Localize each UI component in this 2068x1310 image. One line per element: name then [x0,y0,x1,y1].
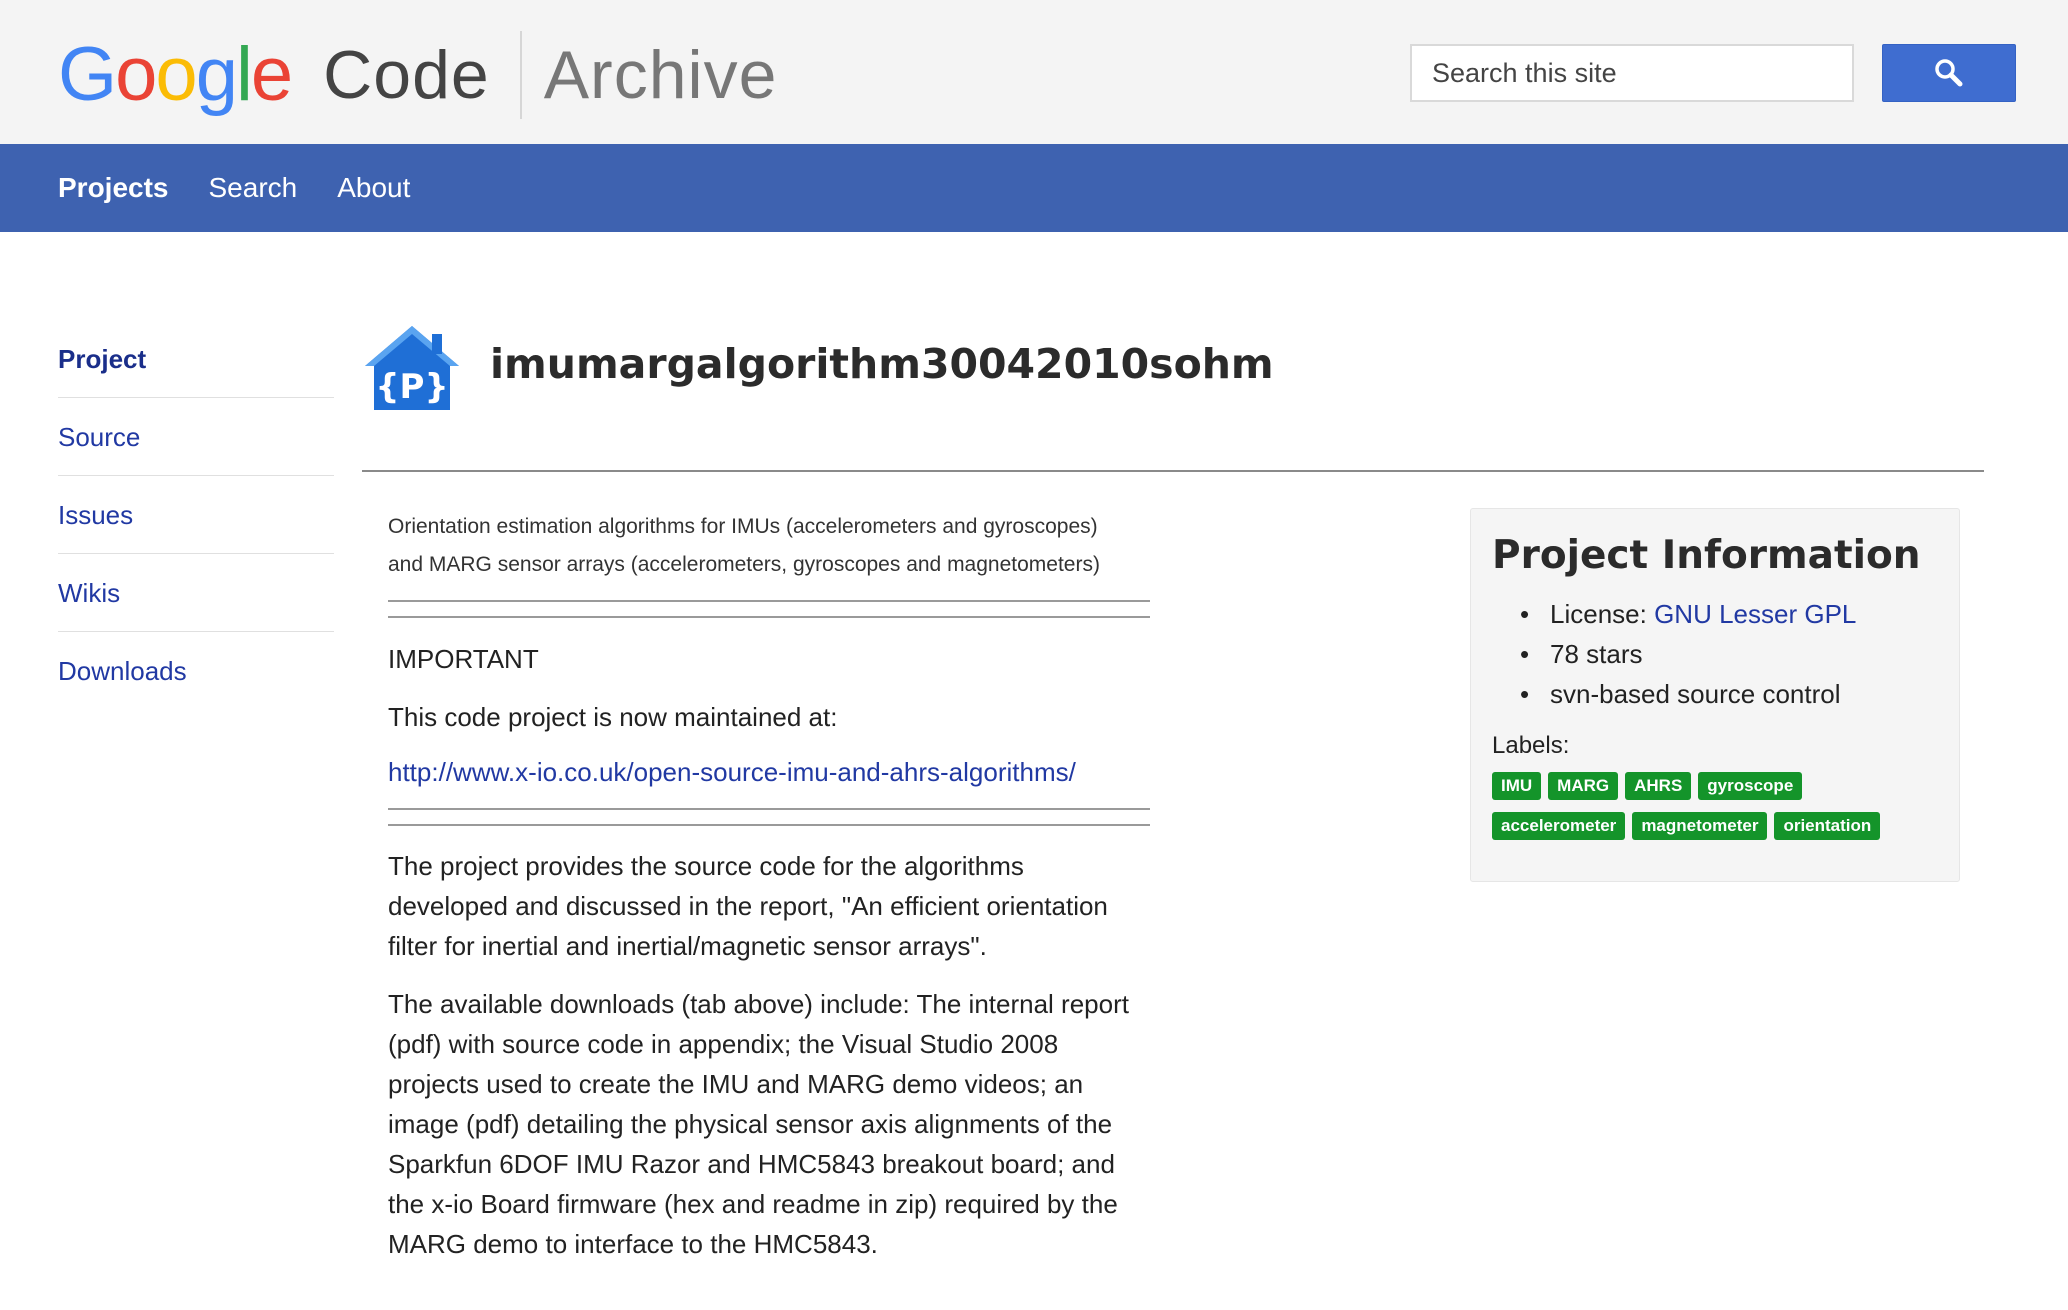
labels-heading: Labels: [1492,732,1570,759]
sidebar-item-project[interactable]: Project [58,320,334,398]
license-link[interactable]: GNU Lesser GPL [1654,599,1856,629]
downloads-line: MARG demo to interface to the HMC5843. [388,1229,878,1259]
downloads-paragraph: The available downloads (tab above) incl… [388,984,1150,1264]
description-line: filter for inertial and inertial/magneti… [388,931,987,961]
project-summary: Orientation estimation algorithms for IM… [388,508,1150,584]
summary-line: Orientation estimation algorithms for IM… [388,515,1098,538]
nav-projects[interactable]: Projects [58,172,169,204]
google-logo-letter: l [235,32,253,117]
description-line: developed and discussed in the report, "… [388,891,1108,921]
source-control-item: svn-based source control [1520,674,1938,714]
top-nav: Projects Search About [0,144,2068,232]
project-information-panel: Project Information License: GNU Lesser … [1470,508,1960,882]
label-tag-magnetometer[interactable]: magnetometer [1632,812,1768,840]
project-title: imumargalgorithm30042010sohm [490,340,1274,388]
nav-search[interactable]: Search [209,172,298,204]
license-label: License: [1550,599,1655,629]
google-logo-letter: o [155,32,197,117]
project-sidebar: Project Source Issues Wikis Downloads [58,320,334,710]
sidebar-item-wikis[interactable]: Wikis [58,554,334,632]
logo-divider [519,31,522,119]
sidebar-item-downloads[interactable]: Downloads [58,632,334,710]
downloads-line: the x-io Board firmware (hex and readme … [388,1189,1118,1219]
project-house-icon: {P} [365,326,459,410]
downloads-line: The available downloads (tab above) incl… [388,989,1129,1019]
project-description: Orientation estimation algorithms for IM… [388,508,1150,1264]
maintained-link[interactable]: http://www.x-io.co.uk/open-source-imu-an… [388,757,1150,788]
summary-line: and MARG sensor arrays (accelerometers, … [388,553,1100,576]
downloads-line: (pdf) with source code in appendix; the … [388,1029,1059,1059]
title-divider [362,470,1984,472]
label-tag-gyroscope[interactable]: gyroscope [1698,772,1803,800]
description-paragraph: The project provides the source code for… [388,846,1150,966]
maintained-text: This code project is now maintained at: [388,702,838,732]
double-divider [388,808,1150,826]
sidebar-item-source[interactable]: Source [58,398,334,476]
label-tag-orientation[interactable]: orientation [1774,812,1881,840]
label-tag-imu[interactable]: IMU [1492,772,1542,800]
google-logo-letter: o [115,32,157,117]
google-code-archive-logo[interactable]: Google Code Archive [58,30,777,120]
license-item: License: GNU Lesser GPL [1520,594,1938,634]
description-line: The project provides the source code for… [388,851,1024,881]
logo-code-text: Code [323,37,490,113]
label-tag-ahrs[interactable]: AHRS [1625,772,1692,800]
google-logo-letter: g [195,32,238,117]
google-wordmark: Google [58,32,293,117]
search-placeholder: Search this site [1432,57,1617,88]
sidebar-item-issues[interactable]: Issues [58,476,334,554]
nav-about[interactable]: About [337,172,410,204]
downloads-line: Sparkfun 6DOF IMU Razor and HMC5843 brea… [388,1149,1115,1179]
label-tag-accelerometer[interactable]: accelerometer [1492,812,1626,840]
downloads-line: projects used to create the IMU and MARG… [388,1069,1084,1099]
label-tag-marg[interactable]: MARG [1548,772,1619,800]
double-divider [388,600,1150,618]
search-button[interactable] [1882,44,2016,102]
logo-archive-text: Archive [543,37,778,113]
magnifier-icon [1935,59,1963,87]
important-heading: IMPORTANT [388,644,539,674]
project-icon-text: {P} [375,367,448,407]
project-info-list: License: GNU Lesser GPL 78 stars svn-bas… [1492,594,1938,714]
downloads-line: image (pdf) detailing the physical senso… [388,1109,1113,1139]
labels-list: IMU MARG AHRS gyroscope accelerometer ma… [1492,772,1932,852]
project-information-title: Project Information [1492,533,1921,578]
google-logo-letter: G [58,32,117,117]
stars-item: 78 stars [1520,634,1938,674]
site-header: Google Code Archive Search this site [0,0,2068,144]
search-input[interactable]: Search this site [1410,44,1854,102]
google-logo-letter: e [250,32,293,117]
